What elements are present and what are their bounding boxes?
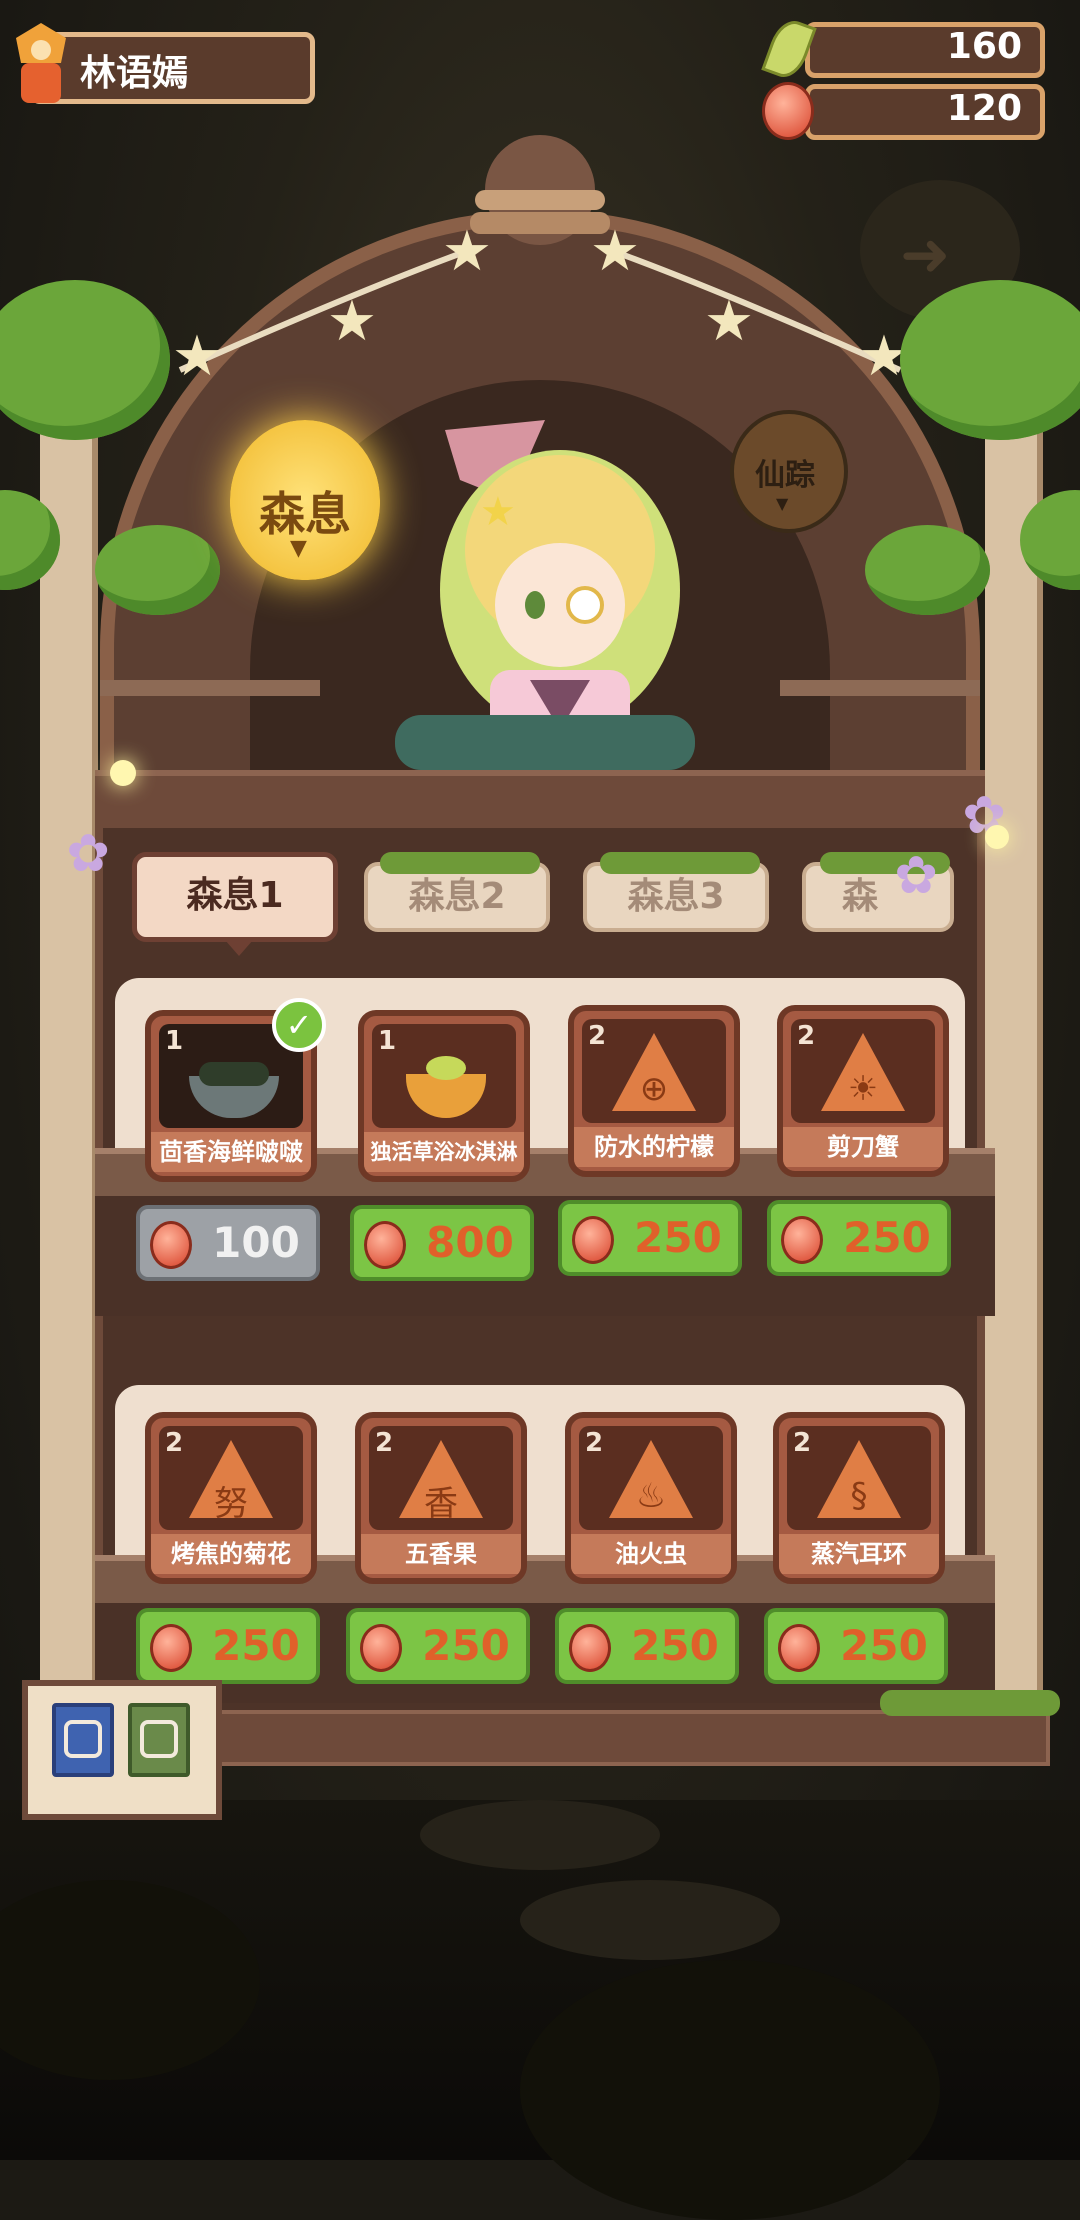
- price-value: 800: [426, 1218, 514, 1267]
- lantern-xianzong-label: 仙踪: [755, 458, 815, 493]
- item-rune: 努: [214, 1484, 248, 1524]
- price-value: 250: [631, 1621, 719, 1670]
- flower-decoration: ✿: [66, 824, 110, 884]
- item-count: 1: [378, 1026, 397, 1056]
- lantern-senxi-label: 森息: [259, 487, 351, 541]
- check-icon: ✓: [272, 998, 326, 1052]
- player-avatar[interactable]: [6, 18, 76, 108]
- star-icon: ★: [171, 324, 223, 389]
- star-icon: ★: [326, 289, 378, 354]
- price-button[interactable]: 250: [767, 1200, 951, 1276]
- leaf-count: 160: [946, 26, 1022, 67]
- shrub: [520, 1960, 940, 2220]
- tab-senxi-1[interactable]: 森息1: [132, 852, 338, 942]
- item-name: 防水的柠檬: [574, 1127, 734, 1167]
- item-name: 烤焦的菊花: [151, 1534, 311, 1574]
- item-name: 独活草浴冰淇淋: [364, 1132, 524, 1172]
- price-value: 250: [212, 1621, 300, 1670]
- item-count: 2: [375, 1428, 394, 1458]
- item-name: 蒸汽耳环: [779, 1534, 939, 1574]
- star-garland: [178, 247, 902, 373]
- flower-decoration: ✿: [894, 846, 938, 906]
- star-icon: ★: [703, 289, 755, 354]
- item-name: 剪刀蟹: [783, 1127, 943, 1167]
- item-card[interactable]: ☀ 2 剪刀蟹: [777, 1005, 949, 1177]
- left-pillar: [40, 380, 98, 1720]
- item-name: 茴香海鲜啵啵: [151, 1132, 311, 1172]
- price-value: 250: [634, 1213, 722, 1262]
- item-rune: ⊕: [639, 1069, 669, 1109]
- price-value: 100: [212, 1218, 300, 1267]
- stepping-stone: [420, 1800, 660, 1870]
- seafood-icon: [199, 1062, 269, 1086]
- star-icon: ★: [589, 219, 641, 284]
- firefly: [985, 825, 1009, 849]
- item-count: 2: [165, 1428, 184, 1458]
- item-card[interactable]: ⊕ 2 防水的柠檬: [568, 1005, 740, 1177]
- bean-icon: [360, 1624, 402, 1672]
- price-button[interactable]: 250: [555, 1608, 739, 1684]
- item-rune: 香: [424, 1484, 458, 1524]
- item-card[interactable]: ♨ 2 油火虫: [565, 1412, 737, 1584]
- item-name: 油火虫: [571, 1534, 731, 1574]
- svg-text:★: ★: [480, 489, 516, 535]
- moss: [880, 1690, 1060, 1716]
- fence-rail: [100, 680, 320, 696]
- item-card[interactable]: 1 独活草浴冰淇淋: [358, 1010, 530, 1182]
- price-value: 250: [843, 1213, 931, 1262]
- bean-icon: [569, 1624, 611, 1672]
- star-icon: ★: [441, 219, 493, 284]
- herb-icon: [426, 1056, 466, 1080]
- item-count: 2: [797, 1021, 816, 1051]
- item-rune: ☀: [847, 1069, 879, 1109]
- moss: [600, 852, 760, 874]
- firefly: [110, 760, 136, 786]
- price-value: 250: [840, 1621, 928, 1670]
- item-card[interactable]: 香 2 五香果: [355, 1412, 527, 1584]
- item-rune: ♨: [635, 1476, 667, 1516]
- price-button[interactable]: 800: [350, 1205, 534, 1281]
- item-count: 1: [165, 1026, 184, 1056]
- bean-icon: [364, 1221, 406, 1269]
- camera-icon: [140, 1720, 178, 1758]
- camera-icon: [64, 1720, 102, 1758]
- moss: [380, 852, 540, 874]
- right-pillar: [985, 380, 1043, 1720]
- item-rune: §: [850, 1476, 868, 1516]
- price-button[interactable]: 250: [558, 1200, 742, 1276]
- price-button[interactable]: 100: [136, 1205, 320, 1281]
- price-value: 250: [422, 1621, 510, 1670]
- tab-pointer: [225, 940, 253, 956]
- shrine-dome-ring: [475, 190, 605, 210]
- bean-icon: [778, 1624, 820, 1672]
- bean-icon: [150, 1624, 192, 1672]
- bean-icon: [572, 1216, 614, 1264]
- item-count: 2: [585, 1428, 604, 1458]
- item-count: 2: [793, 1428, 812, 1458]
- item-name: 五香果: [361, 1534, 521, 1574]
- fence-rail: [780, 680, 980, 696]
- tree-canopy: [95, 525, 220, 615]
- price-button[interactable]: 250: [136, 1608, 320, 1684]
- item-count: 2: [588, 1021, 607, 1051]
- bean-count: 120: [946, 88, 1022, 129]
- tree-canopy: [865, 525, 990, 615]
- shopkeeper-character[interactable]: ★: [410, 420, 690, 750]
- player-name: 林语嫣: [80, 53, 189, 94]
- stepping-stone: [520, 1880, 780, 1960]
- price-button[interactable]: 250: [764, 1608, 948, 1684]
- item-card[interactable]: 努 2 烤焦的菊花: [145, 1412, 317, 1584]
- bean-icon: [150, 1221, 192, 1269]
- chevron-down-icon: ▼: [776, 494, 789, 513]
- character-cushion: [395, 715, 695, 770]
- counter-base: [80, 1710, 1050, 1766]
- bean-icon: [762, 82, 814, 140]
- price-button[interactable]: 250: [346, 1608, 530, 1684]
- bean-icon: [781, 1216, 823, 1264]
- item-card[interactable]: § 2 蒸汽耳环: [773, 1412, 945, 1584]
- chevron-down-icon: ▼: [290, 536, 307, 561]
